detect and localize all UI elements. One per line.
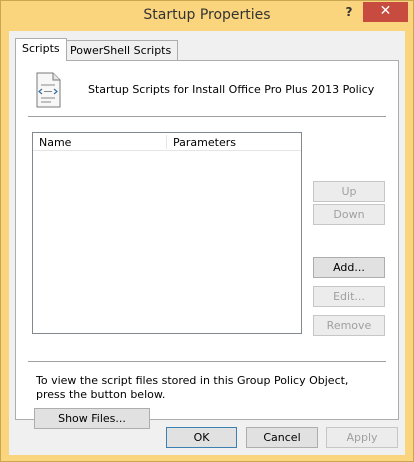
- remove-button[interactable]: Remove: [313, 315, 385, 336]
- column-separator[interactable]: [166, 135, 167, 149]
- up-button[interactable]: Up: [313, 181, 385, 202]
- column-header-parameters[interactable]: Parameters: [173, 136, 236, 149]
- edit-button[interactable]: Edit...: [313, 286, 385, 307]
- tab-scripts[interactable]: Scripts: [15, 38, 67, 61]
- cancel-button[interactable]: Cancel: [246, 427, 318, 448]
- help-button[interactable]: ?: [335, 2, 363, 22]
- script-file-icon: [36, 72, 61, 108]
- scripts-tab-panel: Startup Scripts for Install Office Pro P…: [15, 60, 399, 429]
- column-header-name[interactable]: Name: [39, 136, 71, 149]
- apply-button[interactable]: Apply: [326, 427, 398, 448]
- tab-powershell-scripts[interactable]: PowerShell Scripts: [63, 40, 179, 60]
- divider: [28, 116, 386, 117]
- down-button[interactable]: Down: [313, 204, 385, 225]
- add-button[interactable]: Add...: [313, 257, 385, 278]
- dialog-client-area: Scripts PowerShell Scripts Startup Scrip…: [9, 31, 405, 455]
- title-bar[interactable]: Startup Properties ? ✕: [1, 1, 413, 31]
- list-header: Name Parameters: [33, 133, 301, 151]
- scripts-heading: Startup Scripts for Install Office Pro P…: [88, 83, 375, 96]
- divider: [28, 361, 386, 362]
- startup-properties-window: Startup Properties ? ✕ Scripts PowerShel…: [0, 0, 414, 462]
- show-files-button[interactable]: Show Files...: [34, 408, 150, 429]
- scripts-list[interactable]: Name Parameters: [32, 132, 302, 334]
- close-button[interactable]: ✕: [363, 2, 408, 22]
- info-text: To view the script files stored in this …: [36, 374, 349, 401]
- ok-button[interactable]: OK: [166, 427, 237, 448]
